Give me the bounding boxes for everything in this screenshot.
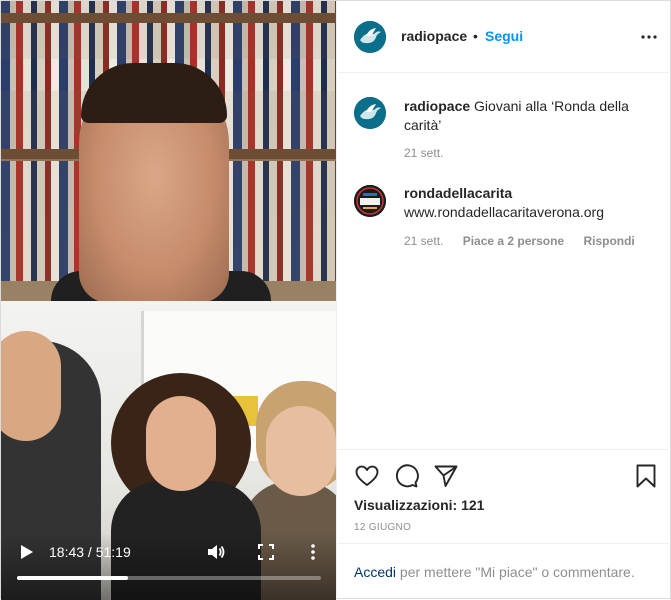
caption-username[interactable]: radiopace xyxy=(404,98,470,114)
avatar[interactable] xyxy=(354,97,386,129)
comment-username[interactable]: rondadellacarita xyxy=(404,185,512,201)
post-sidebar: radiopace • Segui radiopace Giovani alla… xyxy=(338,1,671,600)
bookmark-icon[interactable] xyxy=(633,463,659,489)
view-count[interactable]: Visualizzazioni: 121 xyxy=(354,497,484,513)
video-progress-bar[interactable] xyxy=(17,576,321,580)
dove-icon xyxy=(354,21,386,53)
post-username[interactable]: radiopace xyxy=(401,28,467,44)
caption-time[interactable]: 21 sett. xyxy=(404,146,443,160)
separator-dot: • xyxy=(473,28,478,44)
more-horizontal-icon[interactable] xyxy=(640,28,658,46)
fullscreen-icon[interactable] xyxy=(257,543,275,561)
more-vertical-icon[interactable] xyxy=(306,543,320,561)
post-actions: Visualizzazioni: 121 12 GIUGNO xyxy=(338,449,671,549)
avatar[interactable] xyxy=(354,185,386,217)
comment-time[interactable]: 21 sett. xyxy=(404,234,443,248)
comment-likes[interactable]: Piace a 2 persone xyxy=(463,234,564,248)
login-prompt-text: per mettere "Mi piace" o commentare. xyxy=(396,564,635,580)
video-progress-fill xyxy=(17,576,128,580)
follow-button[interactable]: Segui xyxy=(485,28,523,44)
login-prompt: Accedi per mettere "Mi piace" o commenta… xyxy=(338,543,671,600)
volume-icon[interactable] xyxy=(206,542,226,562)
avatar[interactable] xyxy=(354,21,386,53)
comment-meta: 21 sett. Piace a 2 persone Rispondi xyxy=(404,234,651,248)
charity-logo-icon xyxy=(354,185,386,217)
comment-text[interactable]: www.rondadellacaritaverona.org xyxy=(404,204,604,220)
caption: radiopace Giovani alla ‘Ronda della cari… xyxy=(404,97,654,135)
heart-icon[interactable] xyxy=(354,463,380,489)
reply-button[interactable]: Rispondi xyxy=(583,234,634,248)
play-icon[interactable] xyxy=(17,543,35,561)
instagram-post: 18:43 / 51:19 radiopace • Segui radiopac… xyxy=(0,0,671,600)
dove-icon xyxy=(354,97,386,129)
post-header: radiopace • Segui xyxy=(338,1,671,73)
comment-icon[interactable] xyxy=(393,463,419,489)
video-time: 18:43 / 51:19 xyxy=(49,544,131,560)
video-top-pane xyxy=(1,1,336,303)
post-date[interactable]: 12 GIUGNO xyxy=(354,522,411,533)
login-link[interactable]: Accedi xyxy=(354,564,396,580)
video-player[interactable]: 18:43 / 51:19 xyxy=(1,1,337,600)
share-icon[interactable] xyxy=(433,463,459,489)
